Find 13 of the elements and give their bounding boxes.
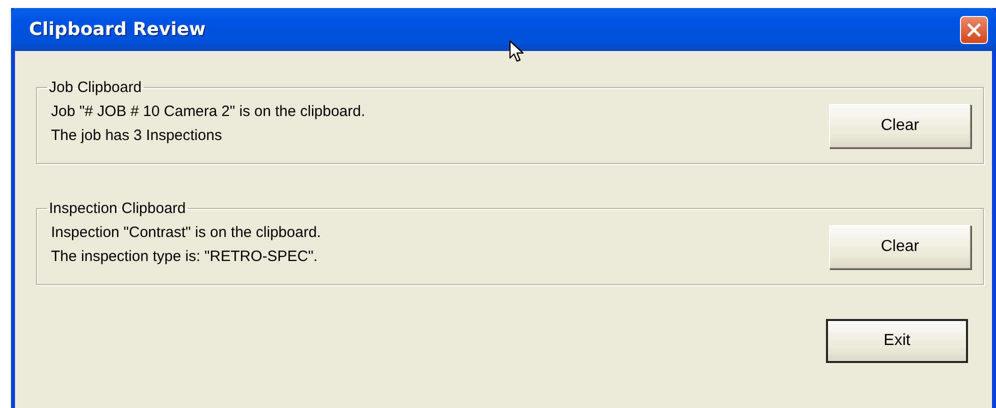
mouse-pointer-icon	[509, 40, 525, 64]
group-legend: Inspection Clipboard	[47, 200, 188, 217]
info-text: Inspection "Contrast" is on the clipboard.	[51, 223, 321, 243]
info-text: The inspection type is: "RETRO-SPEC".	[51, 247, 319, 267]
clear-button[interactable]: Clear	[829, 225, 971, 269]
info-text: The job has 3 Inspections	[51, 126, 223, 146]
info-text: Job "# JOB # 10 Camera 2" is on the clipboard.	[51, 102, 366, 122]
clear-button[interactable]: Clear	[829, 104, 971, 148]
group-legend: Job Clipboard	[47, 79, 144, 96]
close-icon	[966, 22, 982, 38]
close-button[interactable]	[960, 16, 988, 44]
window-title: Clipboard Review	[29, 19, 206, 40]
exit-button[interactable]: Exit	[826, 319, 968, 363]
